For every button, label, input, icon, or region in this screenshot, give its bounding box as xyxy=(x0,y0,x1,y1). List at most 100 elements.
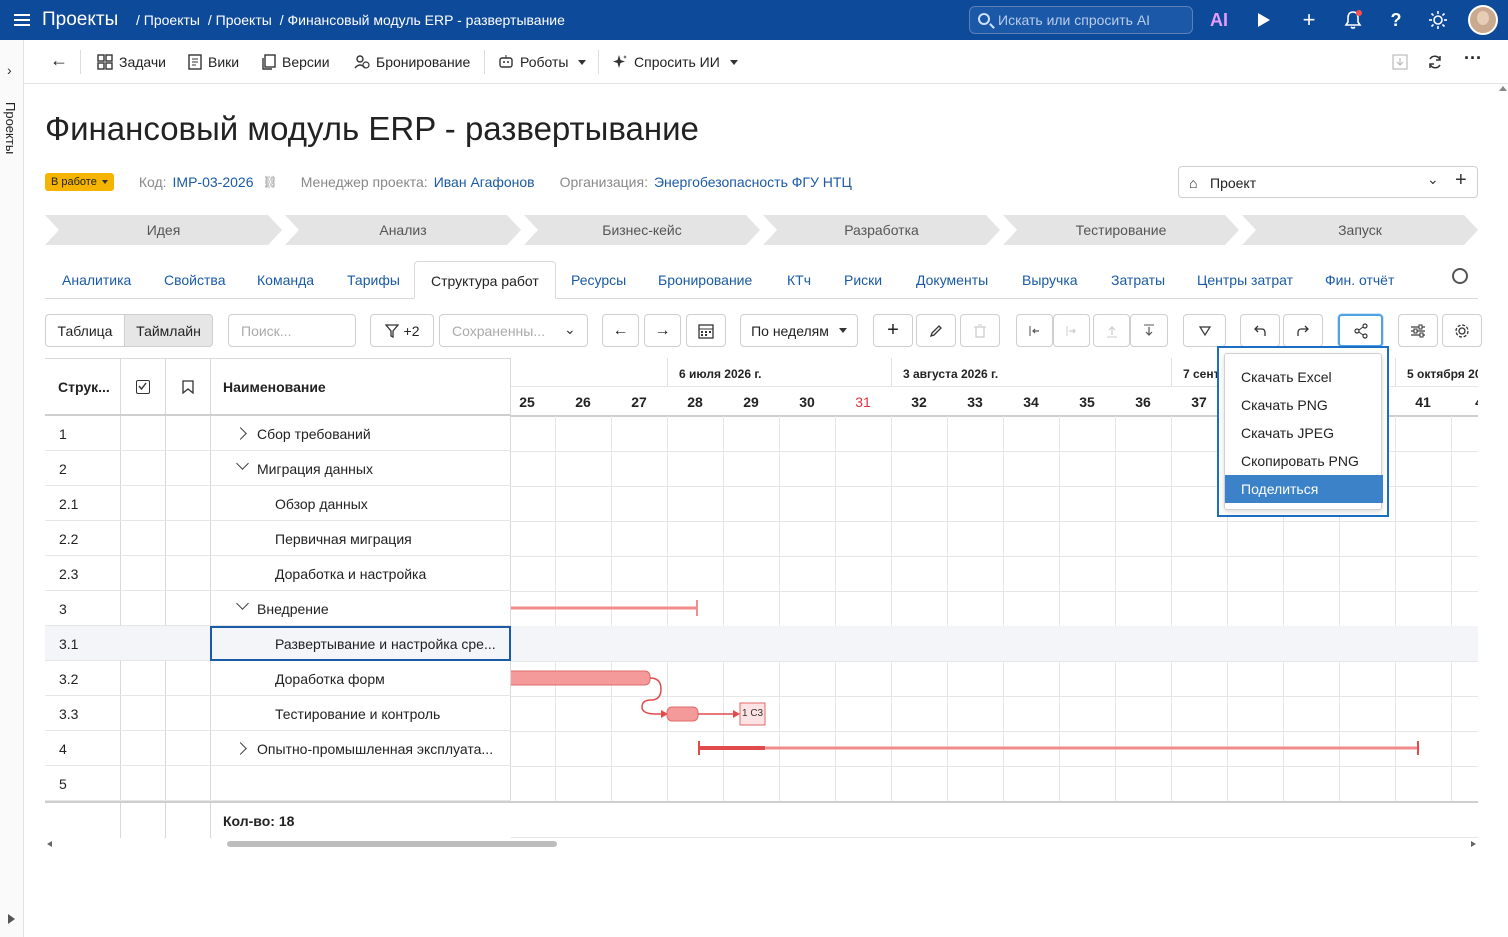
add-icon[interactable]: + xyxy=(1455,169,1467,192)
table-search-input[interactable] xyxy=(229,315,355,346)
breadcrumb-item[interactable]: / Проекты xyxy=(136,12,200,28)
scroll-up-arrow-icon[interactable] xyxy=(1499,86,1507,91)
toolbar-wiki[interactable]: Вики xyxy=(188,52,239,72)
horizontal-scrollbar[interactable] xyxy=(45,838,1478,850)
toolbar-tasks[interactable]: Задачи xyxy=(97,52,166,72)
settings-button[interactable] xyxy=(1442,314,1482,347)
stage-launch[interactable]: Запуск xyxy=(1242,215,1478,245)
view-table-button[interactable]: Таблица xyxy=(45,314,125,347)
move-down-button[interactable] xyxy=(1130,314,1168,347)
filter-button[interactable]: +2 xyxy=(370,314,434,347)
share-button[interactable] xyxy=(1338,314,1383,347)
column-header-structure[interactable]: Струк... xyxy=(58,379,110,395)
view-timeline-button[interactable]: Таймлайн xyxy=(124,314,213,347)
table-row[interactable]: 3 Внедрение xyxy=(45,591,511,626)
toolbar-versions[interactable]: Версии xyxy=(262,52,330,72)
link-icon[interactable]: ⛓ xyxy=(262,175,277,189)
tab-fin-report[interactable]: Фин. отчёт xyxy=(1325,272,1394,288)
checkbox-column-icon[interactable] xyxy=(136,380,150,394)
indent-button[interactable] xyxy=(1053,314,1090,347)
calendar-button[interactable] xyxy=(686,314,726,347)
notification-bell-icon[interactable] xyxy=(1341,8,1365,32)
collapse-all-button[interactable] xyxy=(1183,314,1226,347)
breadcrumb-item[interactable]: / Проекты xyxy=(208,12,272,28)
sidebar-label[interactable]: Проекты xyxy=(3,102,18,154)
table-row[interactable]: 5 xyxy=(45,766,511,801)
stage-development[interactable]: Разработка xyxy=(763,215,1000,245)
menu-item-download-jpeg[interactable]: Скачать JPEG xyxy=(1225,419,1383,447)
menu-item-download-excel[interactable]: Скачать Excel xyxy=(1225,363,1383,391)
edit-button[interactable] xyxy=(916,314,956,347)
breadcrumb-item[interactable]: / Финансовый модуль ERP - развертывание xyxy=(280,12,565,28)
menu-item-copy-png[interactable]: Скопировать PNG xyxy=(1225,447,1383,475)
outdent-button[interactable] xyxy=(1016,314,1053,347)
status-badge[interactable]: В работе xyxy=(45,173,114,191)
toolbar-ask-ai[interactable]: Спросить ИИ xyxy=(612,52,738,72)
user-avatar[interactable] xyxy=(1468,5,1498,35)
tab-properties[interactable]: Свойства xyxy=(164,272,225,288)
expand-sidebar-chevron-icon[interactable]: › xyxy=(7,62,12,78)
table-row-selected[interactable]: 3.1 Развертывание и настройка сре... xyxy=(45,626,511,661)
app-title[interactable]: Проекты xyxy=(42,9,118,31)
scroll-right-arrow-icon[interactable] xyxy=(1471,841,1476,847)
tab-ktch[interactable]: КТч xyxy=(787,272,811,288)
add-icon[interactable]: + xyxy=(1297,8,1321,32)
tab-rates[interactable]: Тарифы xyxy=(347,272,400,288)
add-row-button[interactable]: + xyxy=(873,314,913,347)
delete-button[interactable] xyxy=(960,314,1000,347)
summary-bar-vnedrenie[interactable] xyxy=(511,600,698,616)
table-row[interactable]: 4 Опытно-промышленная эксплуата... xyxy=(45,731,511,766)
project-code[interactable]: IMP-03-2026 xyxy=(173,174,254,190)
project-type-select[interactable]: ⌂ Проект ⌄ + xyxy=(1178,166,1478,198)
toolbar-robots[interactable]: Роботы xyxy=(498,52,587,72)
toolbar-booking[interactable]: Бронирование xyxy=(354,52,470,72)
stage-testing[interactable]: Тестирование xyxy=(1003,215,1239,245)
chevron-right-icon[interactable] xyxy=(234,742,247,755)
back-arrow-icon[interactable]: ← xyxy=(50,50,68,70)
bookmark-column-icon[interactable] xyxy=(182,380,194,397)
ai-assistant-icon[interactable]: AI xyxy=(1207,8,1231,32)
tab-documents[interactable]: Документы xyxy=(916,272,988,288)
project-manager-link[interactable]: Иван Агафонов xyxy=(434,174,535,190)
tab-work-structure[interactable]: Структура работ xyxy=(414,261,556,299)
download-icon[interactable] xyxy=(1392,52,1408,72)
table-row[interactable]: 2 Миграция данных xyxy=(45,451,511,486)
tab-cost-centers[interactable]: Центры затрат xyxy=(1197,272,1293,288)
tabs-settings-gear-icon[interactable] xyxy=(1452,268,1468,284)
period-select[interactable]: По неделям xyxy=(740,314,858,347)
saved-filters-select[interactable]: Сохраненны... ⌄ xyxy=(439,314,588,347)
collapse-arrow-icon[interactable] xyxy=(8,914,15,924)
organization-link[interactable]: Энергобезопасность ФГУ НТЦ xyxy=(654,174,852,190)
table-row[interactable]: 2.3 Доработка и настройка xyxy=(45,556,511,591)
table-row[interactable]: 3.2 Доработка форм xyxy=(45,661,511,696)
tab-risks[interactable]: Риски xyxy=(844,272,882,288)
columns-settings-button[interactable] xyxy=(1398,314,1438,347)
tab-team[interactable]: Команда xyxy=(257,272,314,288)
table-row[interactable]: 2.1 Обзор данных xyxy=(45,486,511,521)
chevron-right-icon[interactable] xyxy=(234,427,247,440)
menu-item-download-png[interactable]: Скачать PNG xyxy=(1225,391,1383,419)
tab-costs[interactable]: Затраты xyxy=(1111,272,1165,288)
column-header-name[interactable]: Наименование xyxy=(223,379,326,395)
tab-booking[interactable]: Бронирование xyxy=(658,272,752,288)
play-icon[interactable] xyxy=(1252,8,1276,32)
table-row[interactable]: 2.2 Первичная миграция xyxy=(45,521,511,556)
summary-bar-ope[interactable] xyxy=(698,741,1419,755)
global-search-input[interactable] xyxy=(998,11,1183,29)
chevron-down-icon[interactable] xyxy=(236,597,249,610)
menu-item-share[interactable]: Поделиться xyxy=(1225,475,1383,503)
tab-resources[interactable]: Ресурсы xyxy=(571,272,626,288)
global-search[interactable] xyxy=(969,6,1193,34)
table-search[interactable] xyxy=(228,314,356,347)
arrow-right-button[interactable]: → xyxy=(644,314,681,347)
stage-business-case[interactable]: Бизнес-кейс xyxy=(524,215,760,245)
stage-idea[interactable]: Идея xyxy=(45,215,282,245)
task-bar-testirovanie[interactable] xyxy=(666,706,699,722)
table-row[interactable]: 1 Сбор требований xyxy=(45,416,511,451)
more-options-icon[interactable]: ··· xyxy=(1464,48,1482,68)
scrollbar-thumb[interactable] xyxy=(227,841,557,847)
move-up-button[interactable] xyxy=(1093,314,1130,347)
undo-button[interactable] xyxy=(1240,314,1280,347)
stage-analysis[interactable]: Анализ xyxy=(285,215,521,245)
help-icon[interactable]: ? xyxy=(1384,8,1408,32)
